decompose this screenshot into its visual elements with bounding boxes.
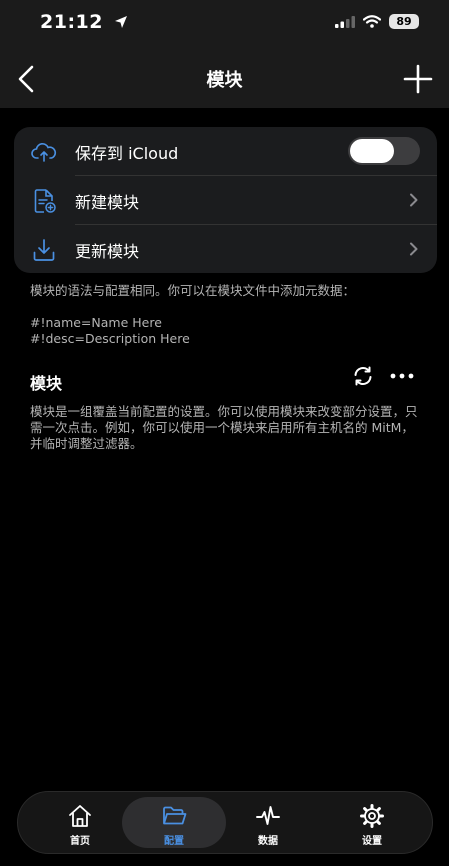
status-bar: 21:12 89 [0, 0, 449, 52]
tab-data[interactable]: 数据 [216, 797, 320, 848]
update-modules-label: 更新模块 [75, 242, 140, 261]
tab-settings[interactable]: 设置 [320, 797, 424, 848]
more-icon[interactable] [389, 365, 415, 387]
hint-text: 模块的语法与配置相同。你可以在模块文件中添加元数据： [30, 283, 356, 298]
cloud-upload-icon [31, 143, 57, 162]
location-arrow-icon [115, 16, 128, 28]
activity-icon [256, 806, 280, 825]
tab-config[interactable]: 配置 [122, 797, 226, 848]
tab-label: 数据 [258, 836, 278, 847]
download-icon [33, 239, 55, 261]
syntax-hint: 模块的语法与配置相同。你可以在模块文件中添加元数据： #!name=Name H… [30, 283, 430, 347]
new-module-row[interactable]: 新建模块 [14, 176, 437, 224]
tab-label: 设置 [362, 836, 382, 847]
chevron-right-icon [410, 242, 418, 256]
new-module-label: 新建模块 [75, 193, 140, 212]
hint-desc-example: #!desc=Description Here [30, 331, 190, 346]
gear-icon [360, 804, 384, 828]
new-document-icon [34, 189, 56, 213]
status-time: 21:12 [40, 11, 128, 33]
icloud-save-row[interactable]: 保存到 iCloud [14, 127, 437, 175]
tab-label: 首页 [70, 836, 90, 847]
hint-name-example: #!name=Name Here [30, 315, 162, 330]
wifi-icon [363, 15, 381, 28]
home-icon [69, 805, 91, 827]
modules-description: 模块是一组覆盖当前配置的设置。你可以使用模块来改变部分设置，只需一次点击。例如，… [30, 404, 418, 451]
tab-label: 配置 [164, 836, 184, 847]
chevron-right-icon [410, 193, 418, 207]
modules-section-title: 模块 [30, 374, 63, 393]
tab-home[interactable]: 首页 [28, 797, 132, 848]
plus-icon[interactable] [401, 62, 435, 96]
signal-icon [335, 15, 355, 28]
icloud-save-label: 保存到 iCloud [75, 144, 179, 163]
refresh-icon[interactable] [352, 365, 374, 387]
module-options-card: 保存到 iCloud 新建模块 更新模块 [14, 127, 437, 273]
battery-icon: 89 [389, 14, 419, 29]
navigation-bar: 模块 [0, 52, 449, 108]
icloud-toggle[interactable] [348, 137, 420, 165]
status-indicators: 89 [335, 14, 419, 29]
page-title: 模块 [206, 70, 243, 91]
toggle-knob [350, 139, 394, 163]
folder-icon [163, 806, 187, 825]
tab-bar: 首页 配置 数据 设置 [17, 791, 433, 854]
update-modules-row[interactable]: 更新模块 [14, 225, 437, 273]
